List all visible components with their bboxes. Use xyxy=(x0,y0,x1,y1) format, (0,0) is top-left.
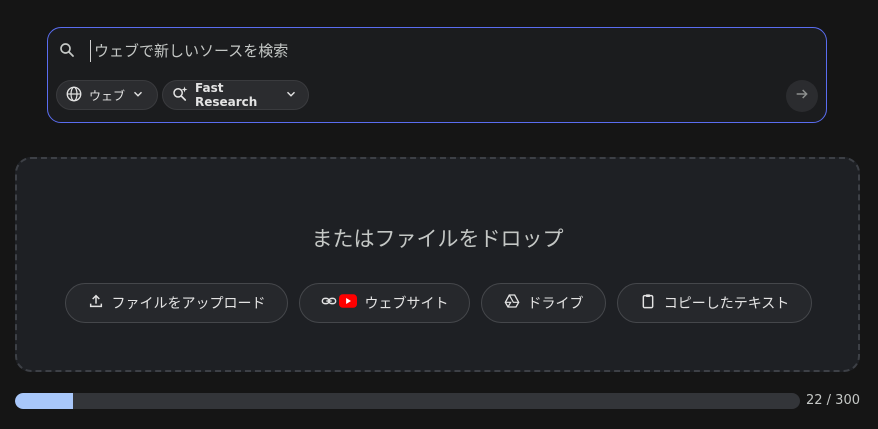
source-limit-progress xyxy=(15,393,800,409)
source-count: 22 / 300 xyxy=(806,393,860,408)
drive-icon xyxy=(504,293,520,313)
add-website-button[interactable]: ウェブサイト xyxy=(299,283,470,323)
arrow-right-icon xyxy=(794,86,810,106)
clipboard-icon xyxy=(640,293,656,313)
globe-icon xyxy=(65,85,83,106)
search-input[interactable] xyxy=(90,40,754,62)
chevron-down-icon xyxy=(284,87,298,104)
add-drive-button[interactable]: ドライブ xyxy=(481,283,606,323)
upload-icon xyxy=(88,293,104,313)
drop-zone-title: またはファイルをドロップ xyxy=(311,227,564,251)
upload-file-button[interactable]: ファイルをアップロード xyxy=(65,283,288,323)
source-type-dropdown[interactable]: ウェブ xyxy=(56,80,158,110)
research-mode-label: Fast Research xyxy=(195,81,258,109)
upload-file-label: ファイルをアップロード xyxy=(111,296,266,312)
paste-text-label: コピーしたテキスト xyxy=(663,296,790,312)
sparkle-search-icon xyxy=(171,85,189,106)
search-box: ウェブ Fast Research xyxy=(47,27,827,123)
source-limit-progress-fill xyxy=(15,393,73,409)
link-icon xyxy=(321,293,337,313)
submit-search-button[interactable] xyxy=(786,80,818,112)
search-icon xyxy=(58,41,76,59)
source-type-label: ウェブ xyxy=(89,88,126,103)
research-mode-dropdown[interactable]: Fast Research xyxy=(162,80,309,110)
add-drive-label: ドライブ xyxy=(527,296,584,312)
chevron-down-icon xyxy=(131,87,145,104)
add-website-label: ウェブサイト xyxy=(364,296,449,312)
paste-text-button[interactable]: コピーしたテキスト xyxy=(617,283,812,323)
file-drop-zone[interactable]: またはファイルをドロップ ファイルをアップロード ウェブサイト ドライブ コピー… xyxy=(15,157,860,372)
youtube-icon xyxy=(338,294,357,312)
